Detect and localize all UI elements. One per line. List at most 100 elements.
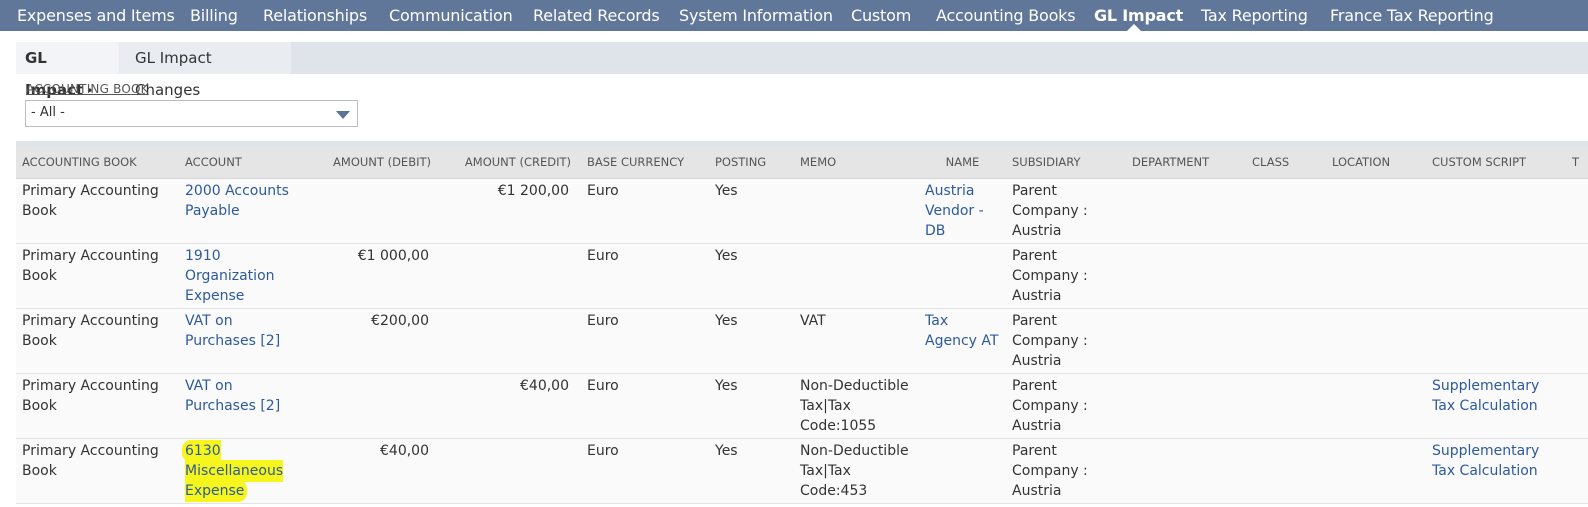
col-header-class[interactable]: CLASS [1246, 147, 1326, 179]
cell-department [1126, 373, 1246, 439]
cell-name-link[interactable] [919, 373, 1006, 439]
col-header-amount-credit[interactable]: AMOUNT (CREDIT) [441, 147, 581, 179]
cell-accounting-book: Primary Accounting Book [16, 308, 179, 374]
cell-subsidiary: Parent Company : Austria [1006, 243, 1126, 309]
table-header-row: ACCOUNTING BOOK ACCOUNT AMOUNT (DEBIT) A… [16, 147, 1588, 179]
cell-amount-debit: €40,00 [299, 438, 441, 504]
gl-impact-grid: ACCOUNTING BOOK ACCOUNT AMOUNT (DEBIT) A… [16, 141, 1588, 507]
cell-accounting-book: Primary Accounting Book [16, 178, 179, 244]
accounting-book-select[interactable]: - All - [25, 100, 358, 127]
cell-account-link[interactable]: VAT on Purchases [2] [179, 373, 299, 439]
cell-class [1246, 178, 1326, 244]
cell-amount-debit [299, 373, 441, 439]
cell-class [1246, 243, 1326, 309]
gl-impact-subtab-bar: GL Impact • GL Impact Changes [16, 42, 1588, 99]
col-header-truncated[interactable]: T [1566, 147, 1588, 179]
cell-class [1246, 308, 1326, 374]
cell-custom-script-link[interactable] [1426, 308, 1566, 374]
cell-truncated [1566, 308, 1588, 374]
subtab-gl-impact-changes[interactable]: GL Impact Changes [119, 42, 291, 99]
dropdown-arrow-icon[interactable] [336, 111, 350, 119]
cell-department [1126, 438, 1246, 504]
cell-accounting-book: Primary Accounting Book [16, 438, 179, 504]
cell-name-link[interactable]: Austria Vendor - DB [919, 178, 1006, 244]
cell-department [1126, 243, 1246, 309]
cell-posting: Yes [709, 178, 794, 244]
col-header-name[interactable]: NAME [919, 147, 1006, 179]
cell-amount-debit [299, 178, 441, 244]
col-header-subsidiary[interactable]: SUBSIDIARY [1006, 147, 1126, 179]
cell-truncated [1566, 243, 1588, 309]
cell-base-currency: Euro [581, 373, 709, 439]
cell-base-currency: Euro [581, 243, 709, 309]
cell-account-link[interactable]: 1910 Organization Expense [179, 243, 299, 309]
cell-class [1246, 373, 1326, 439]
cell-subsidiary: Parent Company : Austria [1006, 438, 1126, 504]
table-row: Primary Accounting Book 6130 Miscellaneo… [16, 438, 1588, 504]
cell-department [1126, 308, 1246, 374]
cell-name-link[interactable] [919, 243, 1006, 309]
gl-impact-table: ACCOUNTING BOOK ACCOUNT AMOUNT (DEBIT) A… [16, 147, 1588, 504]
cell-custom-script-link[interactable] [1426, 243, 1566, 309]
nav-tab-accounting-books[interactable]: Accounting Books [936, 0, 1076, 31]
nav-tab-related-records[interactable]: Related Records [533, 0, 660, 31]
cell-account-link[interactable]: VAT on Purchases [2] [179, 308, 299, 374]
cell-accounting-book: Primary Accounting Book [16, 243, 179, 309]
cell-base-currency: Euro [581, 178, 709, 244]
cell-name-link[interactable] [919, 438, 1006, 504]
cell-posting: Yes [709, 438, 794, 504]
cell-location [1326, 308, 1426, 374]
col-header-custom-script[interactable]: CUSTOM SCRIPT [1426, 147, 1566, 179]
nav-tab-expenses-and-items[interactable]: Expenses and Items [17, 0, 175, 31]
cell-accounting-book: Primary Accounting Book [16, 373, 179, 439]
cell-location [1326, 178, 1426, 244]
accounting-book-filter-label[interactable]: ACCOUNTING BOOK [26, 82, 149, 96]
cell-base-currency: Euro [581, 308, 709, 374]
cell-amount-credit [441, 243, 581, 309]
nav-tab-communication[interactable]: Communication [389, 0, 513, 31]
cell-amount-credit: €1 200,00 [441, 178, 581, 244]
cell-account-link[interactable]: 6130 Miscellaneous Expense [179, 438, 299, 504]
cell-name-link[interactable]: Tax Agency AT [919, 308, 1006, 374]
cell-amount-debit: €200,00 [299, 308, 441, 374]
highlighted-account-text: 6130 Miscellaneous Expense [185, 442, 284, 499]
table-row: Primary Accounting Book VAT on Purchases… [16, 308, 1588, 374]
nav-tab-tax-reporting[interactable]: Tax Reporting [1201, 0, 1308, 31]
cell-custom-script-link[interactable]: Supplementary Tax Calculation [1426, 438, 1566, 504]
cell-memo: Non-Deductible Tax|Tax Code:1055 [794, 373, 919, 439]
cell-base-currency: Euro [581, 438, 709, 504]
col-header-posting[interactable]: POSTING [709, 147, 794, 179]
cell-posting: Yes [709, 243, 794, 309]
cell-location [1326, 373, 1426, 439]
cell-amount-credit [441, 308, 581, 374]
nav-tab-relationships[interactable]: Relationships [263, 0, 367, 31]
cell-custom-script-link[interactable] [1426, 178, 1566, 244]
cell-location [1326, 243, 1426, 309]
subtab-gl-impact[interactable]: GL Impact • [16, 42, 119, 99]
nav-tab-custom[interactable]: Custom [851, 0, 911, 31]
cell-truncated [1566, 178, 1588, 244]
cell-account-link[interactable]: 2000 Accounts Payable [179, 178, 299, 244]
cell-amount-credit: €40,00 [441, 373, 581, 439]
col-header-department[interactable]: DEPARTMENT [1126, 147, 1246, 179]
cell-subsidiary: Parent Company : Austria [1006, 308, 1126, 374]
nav-tab-system-information[interactable]: System Information [679, 0, 833, 31]
cell-posting: Yes [709, 373, 794, 439]
cell-memo [794, 178, 919, 244]
cell-subsidiary: Parent Company : Austria [1006, 178, 1126, 244]
accounting-book-select-value: - All - [31, 105, 65, 120]
col-header-location[interactable]: LOCATION [1326, 147, 1426, 179]
cell-class [1246, 438, 1326, 504]
nav-tab-billing[interactable]: Billing [190, 0, 238, 31]
table-row: Primary Accounting Book VAT on Purchases… [16, 373, 1588, 439]
col-header-base-currency[interactable]: BASE CURRENCY [581, 147, 709, 179]
col-header-account[interactable]: ACCOUNT [179, 147, 299, 179]
active-tab-caret-icon [1127, 24, 1141, 31]
col-header-memo[interactable]: MEMO [794, 147, 919, 179]
nav-tab-france-tax-reporting[interactable]: France Tax Reporting [1330, 0, 1494, 31]
col-header-amount-debit[interactable]: AMOUNT (DEBIT) [299, 147, 441, 179]
table-row: Primary Accounting Book 1910 Organizatio… [16, 243, 1588, 309]
cell-posting: Yes [709, 308, 794, 374]
col-header-accounting-book[interactable]: ACCOUNTING BOOK [16, 147, 179, 179]
cell-custom-script-link[interactable]: Supplementary Tax Calculation [1426, 373, 1566, 439]
